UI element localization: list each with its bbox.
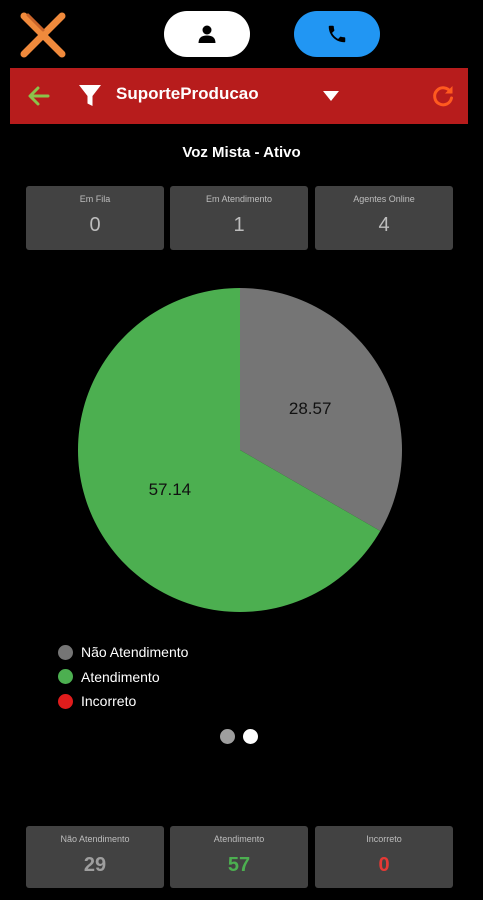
page-dot-1[interactable] <box>220 729 235 744</box>
user-icon <box>198 25 216 43</box>
filter-icon <box>79 85 101 106</box>
queue-toolbar: SuporteProducao <box>10 68 468 124</box>
stat-card-em-fila: Em Fila 0 <box>26 186 164 250</box>
stat-label: Em Fila <box>79 194 111 204</box>
legend-swatch <box>58 669 73 685</box>
chart-legend: Não Atendimento Atendimento Incorreto <box>58 640 188 714</box>
stat-label: Atendimento <box>213 834 265 844</box>
caret-down-icon[interactable] <box>322 90 340 102</box>
stat-value: 57 <box>227 854 251 876</box>
stat-card-em-atendimento: Em Atendimento 1 <box>170 186 308 250</box>
stat-label: Incorreto <box>366 834 402 844</box>
stat-label: Em Atendimento <box>205 194 273 204</box>
legend-label: Não Atendimento <box>81 644 189 661</box>
stat-card-atendimento: Atendimento 57 <box>170 826 308 888</box>
stat-label: Não Atendimento <box>60 834 130 844</box>
pie-data-label: 57.14 <box>149 480 192 499</box>
stat-value: 29 <box>83 854 107 876</box>
stat-value: 0 <box>378 854 390 876</box>
pie-data-label: 28.57 <box>289 399 332 418</box>
legend-item-nao-atendimento: Não Atendimento <box>58 640 188 665</box>
legend-swatch <box>58 644 73 660</box>
stat-card-nao-atendimento: Não Atendimento 29 <box>26 826 164 888</box>
page-title: Voz Mista - Ativo <box>182 144 301 161</box>
top-bar <box>0 0 483 68</box>
legend-label: Incorreto <box>81 693 137 710</box>
page-dot-2[interactable] <box>243 729 258 744</box>
stat-label: Agentes Online <box>353 194 415 204</box>
legend-item-incorreto: Incorreto <box>58 689 188 714</box>
stat-value: 1 <box>233 214 245 236</box>
pie-chart: 28.57 57.14 <box>78 288 402 612</box>
stat-value: 0 <box>89 214 101 236</box>
arrow-left-icon[interactable] <box>26 83 52 109</box>
user-button[interactable] <box>164 11 250 57</box>
legend-swatch <box>58 693 73 709</box>
x-logo-icon[interactable] <box>18 10 68 60</box>
queue-name[interactable]: SuporteProducao <box>116 84 259 104</box>
phone-button[interactable] <box>294 11 380 57</box>
stat-card-agentes-online: Agentes Online 4 <box>315 186 453 250</box>
stat-card-incorreto: Incorreto 0 <box>315 826 453 888</box>
legend-label: Atendimento <box>81 668 160 685</box>
refresh-icon[interactable] <box>430 83 456 109</box>
page-indicator <box>220 729 258 744</box>
legend-item-atendimento: Atendimento <box>58 665 188 690</box>
phone-icon <box>328 25 346 43</box>
stat-value: 4 <box>378 214 390 236</box>
